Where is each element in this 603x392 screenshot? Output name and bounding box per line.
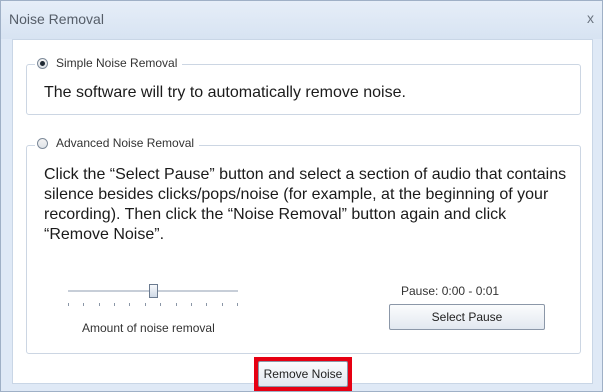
noise-amount-slider[interactable] xyxy=(68,284,238,314)
remove-noise-button[interactable]: Remove Noise xyxy=(258,361,348,387)
simple-noise-radio[interactable] xyxy=(37,57,48,69)
pause-range-label: Pause: 0:00 - 0:01 xyxy=(401,284,500,298)
select-pause-button[interactable]: Select Pause xyxy=(389,304,545,330)
dialog-title: Noise Removal xyxy=(9,11,104,27)
noise-removal-dialog: Noise Removal x Simple Noise Removal The… xyxy=(0,0,603,392)
dialog-content: Simple Noise Removal The software will t… xyxy=(12,39,593,384)
title-bar: Noise Removal x xyxy=(1,1,602,39)
simple-noise-label: Simple Noise Removal xyxy=(56,56,178,70)
advanced-noise-radio[interactable] xyxy=(37,137,48,149)
slider-ticks xyxy=(68,303,238,306)
slider-label: Amount of noise removal xyxy=(82,321,215,335)
slider-thumb[interactable] xyxy=(149,284,158,298)
simple-noise-option[interactable]: Simple Noise Removal xyxy=(35,56,183,70)
advanced-noise-description: Click the “Select Pause” button and sele… xyxy=(44,166,567,243)
simple-noise-description: The software will try to automatically r… xyxy=(44,84,406,101)
close-icon[interactable]: x xyxy=(587,10,594,26)
advanced-noise-option[interactable]: Advanced Noise Removal xyxy=(35,136,200,150)
advanced-noise-label: Advanced Noise Removal xyxy=(56,136,195,150)
